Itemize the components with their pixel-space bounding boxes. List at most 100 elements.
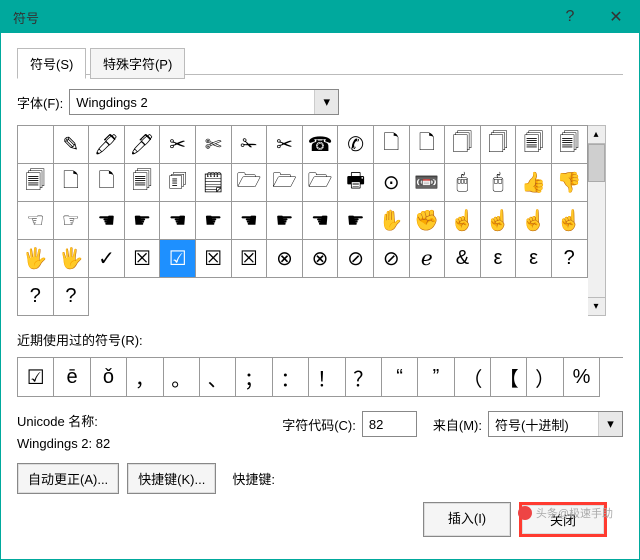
symbol-cell[interactable]: 🖶: [338, 164, 374, 202]
symbol-cell[interactable]: ☑: [160, 240, 196, 278]
symbol-cell[interactable]: 🖐: [54, 240, 90, 278]
symbol-cell[interactable]: 👎: [552, 164, 588, 202]
symbol-cell[interactable]: ⊘: [338, 240, 374, 278]
symbol-cell[interactable]: ⊘: [374, 240, 410, 278]
symbol-cell[interactable]: 🗐: [18, 164, 54, 202]
symbol-cell[interactable]: ✁: [232, 126, 268, 164]
recent-grid[interactable]: ☑ēǒ，。、；：！？“”（【）%: [17, 357, 623, 397]
from-label: 来自(M):: [433, 415, 482, 434]
symbol-cell[interactable]: 👍: [516, 164, 552, 202]
scroll-track[interactable]: [588, 182, 605, 297]
symbol-cell[interactable]: ☒: [196, 240, 232, 278]
symbol-cell[interactable]: 🖐: [18, 240, 54, 278]
scroll-thumb[interactable]: [588, 144, 605, 182]
recent-cell[interactable]: %: [564, 358, 600, 397]
symbol-cell[interactable]: ☒: [232, 240, 268, 278]
shortcut-key-button[interactable]: 快捷键(K)...: [127, 463, 216, 494]
autocorrect-button[interactable]: 自动更正(A)...: [17, 463, 119, 494]
dialog-body: 符号(S) 特殊字符(P) 字体(F): Wingdings 2 ▾ ✎🖊🖊✂✄…: [1, 33, 639, 559]
charcode-input[interactable]: 82: [362, 411, 417, 437]
recent-cell[interactable]: “: [382, 358, 418, 397]
symbol-cell[interactable]: 🗐: [552, 126, 588, 164]
symbol-cell[interactable]: 🗊: [160, 164, 196, 202]
symbol-cell[interactable]: ☚: [232, 202, 268, 240]
symbol-cell[interactable]: ☎: [303, 126, 339, 164]
symbol-cell[interactable]: ☒: [125, 240, 161, 278]
symbol-cell[interactable]: ✓: [89, 240, 125, 278]
recent-cell[interactable]: ☑: [18, 358, 54, 397]
symbol-cell[interactable]: ☛: [338, 202, 374, 240]
recent-cell[interactable]: ；: [236, 358, 272, 397]
symbol-grid[interactable]: ✎🖊🖊✂✄✁✂☎✆🗋🗋🗍🗍🗐🗐🗐🗋🗋🗐🗊🗒🗁🗁🗁🖶⊙📼🖱🖰👍👎☜☞☚☛☚☛☚☛☚…: [17, 125, 588, 316]
symbol-cell[interactable]: 🗋: [410, 126, 446, 164]
scroll-up-icon[interactable]: ▴: [588, 126, 605, 144]
symbol-cell[interactable]: ☚: [160, 202, 196, 240]
symbol-cell[interactable]: ε: [481, 240, 517, 278]
recent-cell[interactable]: ）: [527, 358, 563, 397]
recent-cell[interactable]: 【: [491, 358, 527, 397]
grid-scrollbar[interactable]: ▴ ▾: [588, 125, 606, 316]
symbol-cell[interactable]: 🖰: [481, 164, 517, 202]
symbol-cell[interactable]: ✊: [410, 202, 446, 240]
symbol-grid-wrap: ✎🖊🖊✂✄✁✂☎✆🗋🗋🗍🗍🗐🗐🗐🗋🗋🗐🗊🗒🗁🗁🗁🖶⊙📼🖱🖰👍👎☜☞☚☛☚☛☚☛☚…: [17, 125, 623, 316]
symbol-cell[interactable]: ☛: [196, 202, 232, 240]
symbol-cell[interactable]: ☜: [18, 202, 54, 240]
symbol-cell[interactable]: ☛: [267, 202, 303, 240]
symbol-cell[interactable]: ☚: [303, 202, 339, 240]
recent-cell[interactable]: ：: [273, 358, 309, 397]
symbol-cell[interactable]: 🖊: [125, 126, 161, 164]
symbol-cell[interactable]: 🗋: [54, 164, 90, 202]
symbol-cell[interactable]: ✂: [267, 126, 303, 164]
symbol-cell[interactable]: 🗋: [89, 164, 125, 202]
symbol-cell[interactable]: 🗁: [267, 164, 303, 202]
help-button[interactable]: ?: [547, 1, 593, 33]
symbol-cell[interactable]: ✋: [374, 202, 410, 240]
symbol-cell[interactable]: ?: [552, 240, 588, 278]
symbol-cell[interactable]: ✂: [160, 126, 196, 164]
recent-cell[interactable]: ？: [346, 358, 382, 397]
symbol-cell[interactable]: ⊗: [267, 240, 303, 278]
symbol-cell[interactable]: 🗐: [516, 126, 552, 164]
recent-cell[interactable]: ！: [309, 358, 345, 397]
symbol-cell[interactable]: ☚: [89, 202, 125, 240]
symbol-cell[interactable]: ✆: [338, 126, 374, 164]
symbol-cell[interactable]: 🗍: [445, 126, 481, 164]
recent-cell[interactable]: ē: [54, 358, 90, 397]
symbol-cell[interactable]: ☝: [516, 202, 552, 240]
insert-button[interactable]: 插入(I): [423, 502, 511, 537]
symbol-cell[interactable]: ℯ: [410, 240, 446, 278]
font-combo[interactable]: Wingdings 2 ▾: [69, 89, 339, 115]
symbol-cell[interactable]: 🗋: [374, 126, 410, 164]
recent-cell[interactable]: 、: [200, 358, 236, 397]
recent-cell[interactable]: （: [455, 358, 491, 397]
symbol-cell[interactable]: 📼: [410, 164, 446, 202]
recent-cell[interactable]: ，: [127, 358, 163, 397]
symbol-cell[interactable]: ?: [54, 278, 90, 316]
symbol-cell[interactable]: 🖊: [89, 126, 125, 164]
symbol-cell[interactable]: 🗁: [232, 164, 268, 202]
symbol-cell[interactable]: ⊗: [303, 240, 339, 278]
symbol-cell[interactable]: ☝: [445, 202, 481, 240]
recent-cell[interactable]: ǒ: [91, 358, 127, 397]
symbol-cell[interactable]: ?: [18, 278, 54, 316]
symbol-cell[interactable]: &: [445, 240, 481, 278]
from-combo[interactable]: 符号(十进制) ▾: [488, 411, 623, 437]
close-window-button[interactable]: ✕: [593, 1, 639, 33]
symbol-cell[interactable]: ☝: [481, 202, 517, 240]
symbol-cell[interactable]: [18, 126, 54, 164]
symbol-cell[interactable]: ε: [516, 240, 552, 278]
symbol-cell[interactable]: ✄: [196, 126, 232, 164]
scroll-down-icon[interactable]: ▾: [588, 297, 605, 315]
recent-cell[interactable]: ”: [418, 358, 454, 397]
symbol-cell[interactable]: 🗐: [125, 164, 161, 202]
symbol-cell[interactable]: ✎: [54, 126, 90, 164]
symbol-cell[interactable]: ☞: [54, 202, 90, 240]
symbol-cell[interactable]: ☛: [125, 202, 161, 240]
recent-cell[interactable]: 。: [164, 358, 200, 397]
symbol-cell[interactable]: 🗍: [481, 126, 517, 164]
symbol-cell[interactable]: 🗒: [196, 164, 232, 202]
symbol-cell[interactable]: ☝: [552, 202, 588, 240]
symbol-cell[interactable]: 🗁: [303, 164, 339, 202]
symbol-cell[interactable]: ⊙: [374, 164, 410, 202]
symbol-cell[interactable]: 🖱: [445, 164, 481, 202]
